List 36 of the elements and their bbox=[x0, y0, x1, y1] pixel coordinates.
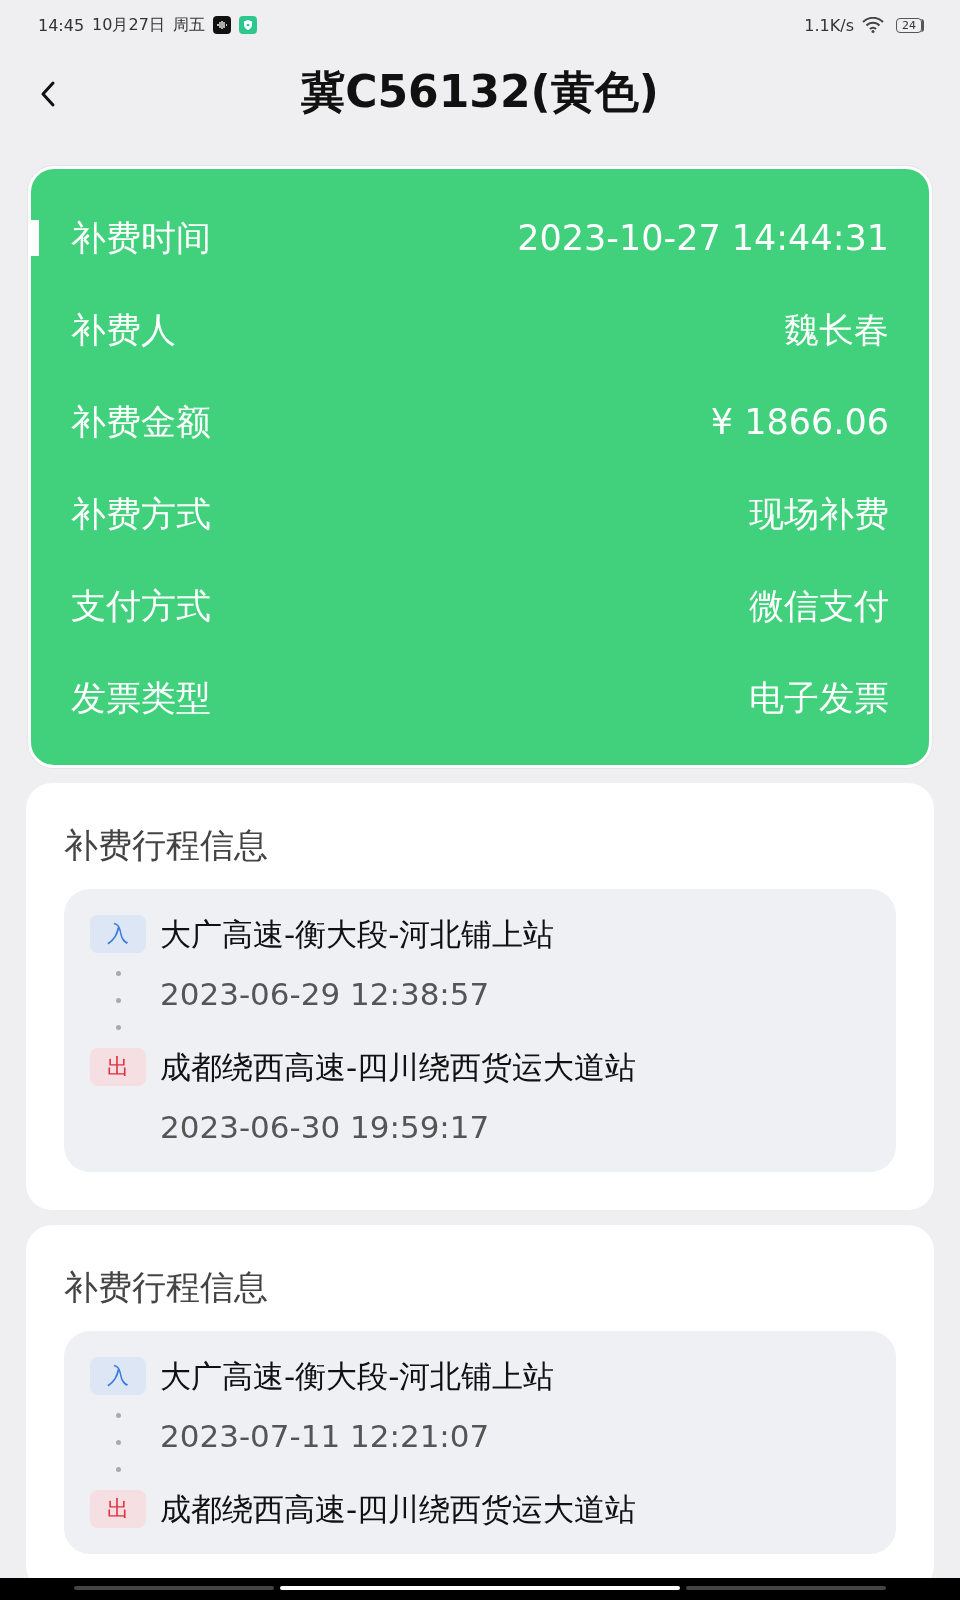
field-label: 补费时间 bbox=[71, 216, 211, 260]
battery-level: 24 bbox=[896, 17, 922, 33]
field-label: 补费方式 bbox=[71, 492, 211, 536]
field-label: 补费人 bbox=[71, 308, 176, 352]
field-label: 补费金额 bbox=[71, 400, 211, 444]
network-speed: 1.1K/s bbox=[804, 15, 854, 35]
entry-tag: 入 bbox=[90, 915, 146, 953]
pass-time: 2023-06-29 12:38:57 bbox=[160, 975, 491, 1014]
section-title: 补费行程信息 bbox=[64, 824, 269, 867]
shield-icon bbox=[238, 16, 257, 34]
entry-tag: 入 bbox=[90, 1357, 146, 1395]
field-value: 电子发票 bbox=[749, 676, 889, 720]
field-value: 魏长春 bbox=[784, 308, 889, 352]
field-value: 2023-10-27 14:44:31 bbox=[517, 218, 889, 258]
station-name: 大广高速-衡大段-河北铺上站 bbox=[160, 1357, 556, 1396]
weekday-text: 周五 bbox=[172, 14, 205, 36]
dotted-connector bbox=[115, 1413, 121, 1472]
app-icon bbox=[212, 16, 231, 34]
station-name: 成都绕西高速-四川绕西货运大道站 bbox=[160, 1490, 638, 1529]
exit-tag: 出 bbox=[90, 1490, 146, 1528]
exit-tag: 出 bbox=[90, 1048, 146, 1086]
pass-time: 2023-06-30 19:59:17 bbox=[160, 1108, 491, 1147]
station-name: 大广高速-衡大段-河北铺上站 bbox=[160, 915, 556, 954]
field-label: 发票类型 bbox=[71, 676, 211, 720]
field-label: 支付方式 bbox=[71, 584, 211, 628]
station-name: 成都绕西高速-四川绕西货运大道站 bbox=[160, 1048, 638, 1087]
dotted-connector bbox=[115, 971, 121, 1030]
wifi-icon bbox=[862, 17, 884, 33]
field-value: 现场补费 bbox=[749, 492, 889, 536]
section-title: 补费行程信息 bbox=[64, 1266, 269, 1309]
field-value: ¥ 1866.06 bbox=[710, 402, 889, 442]
field-value: 微信支付 bbox=[749, 584, 889, 628]
date-text: 10月27日 bbox=[92, 14, 165, 36]
clock-time: 14:45 bbox=[38, 15, 85, 35]
page-title: 冀C56132(黄色) bbox=[301, 65, 659, 119]
pass-time: 2023-07-11 12:21:07 bbox=[160, 1417, 491, 1456]
